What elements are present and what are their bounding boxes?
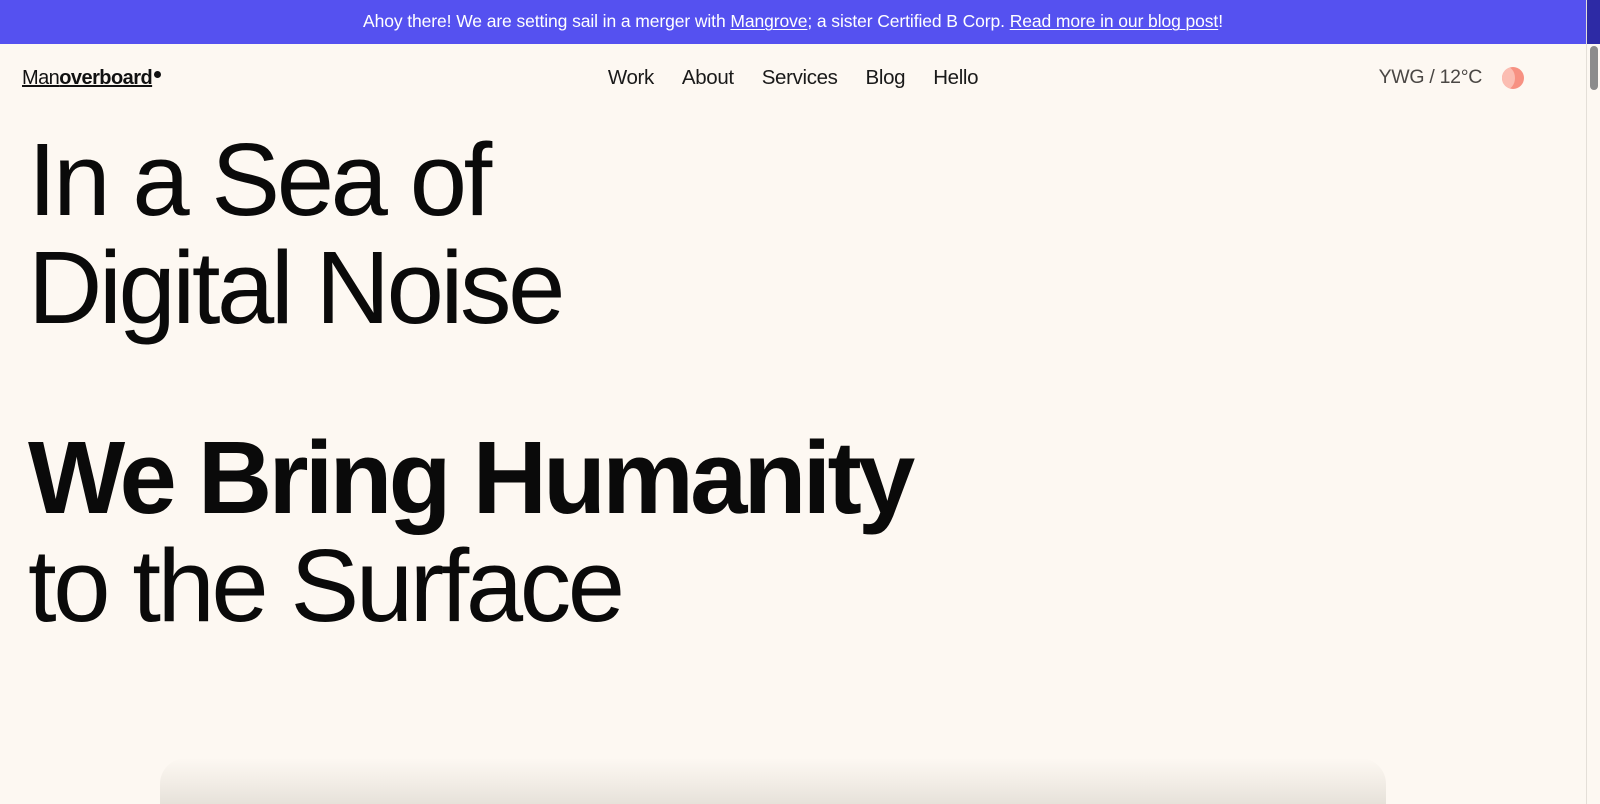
hero-headline-primary: In a Sea of Digital Noise — [28, 122, 1586, 346]
weather-readout: YWG / 12°C — [1378, 66, 1483, 89]
brand-logo[interactable]: Man overboard — [22, 68, 161, 88]
announcement-mangrove-link[interactable]: Mangrove — [730, 11, 807, 31]
page-scrollbar-thumb[interactable] — [1590, 46, 1598, 90]
next-section-peek-panel — [160, 758, 1386, 804]
hero-headline-secondary: We Bring Humanity to the Surface — [28, 424, 1586, 640]
site-header: Man overboard Work About Services Blog He… — [0, 44, 1586, 112]
brand-logo-dot-icon — [153, 71, 161, 78]
hero-section: In a Sea of Digital Noise We Bring Human… — [0, 112, 1586, 641]
hero-headline-primary-line-2: Digital Noise — [28, 230, 565, 346]
nav-item-work[interactable]: Work — [608, 67, 654, 89]
scrollbar-banner-cap — [1587, 0, 1600, 44]
brand-logo-light-part: Man — [22, 67, 60, 89]
announcement-text-trail: ! — [1218, 11, 1223, 32]
header-utility-group: YWG / 12°C — [1379, 67, 1564, 89]
hero-headline-secondary-line-2: to the Surface — [28, 528, 625, 644]
brand-logo-bold-part: overboard — [59, 67, 153, 89]
announcement-text-lead: Ahoy there! We are setting sail in a mer… — [363, 11, 731, 32]
hero-headline-primary-line-1: In a Sea of — [28, 122, 492, 237]
hero-headline-secondary-line-1: We Bring Humanity — [28, 420, 915, 536]
primary-nav: Work About Services Blog Hello — [608, 67, 979, 89]
weather-orb-icon — [1502, 67, 1524, 89]
announcement-blog-post-link[interactable]: Read more in our blog post — [1010, 11, 1219, 31]
nav-item-services[interactable]: Services — [762, 67, 838, 89]
nav-item-hello[interactable]: Hello — [933, 67, 978, 89]
announcement-text: Ahoy there! We are setting sail in a mer… — [363, 13, 1223, 31]
page-scrollbar[interactable] — [1586, 0, 1600, 804]
announcement-text-middle: ; a sister Certified B Corp. — [807, 11, 1010, 32]
announcement-banner: Ahoy there! We are setting sail in a mer… — [0, 0, 1586, 44]
nav-item-about[interactable]: About — [682, 67, 734, 89]
nav-item-blog[interactable]: Blog — [866, 67, 906, 89]
